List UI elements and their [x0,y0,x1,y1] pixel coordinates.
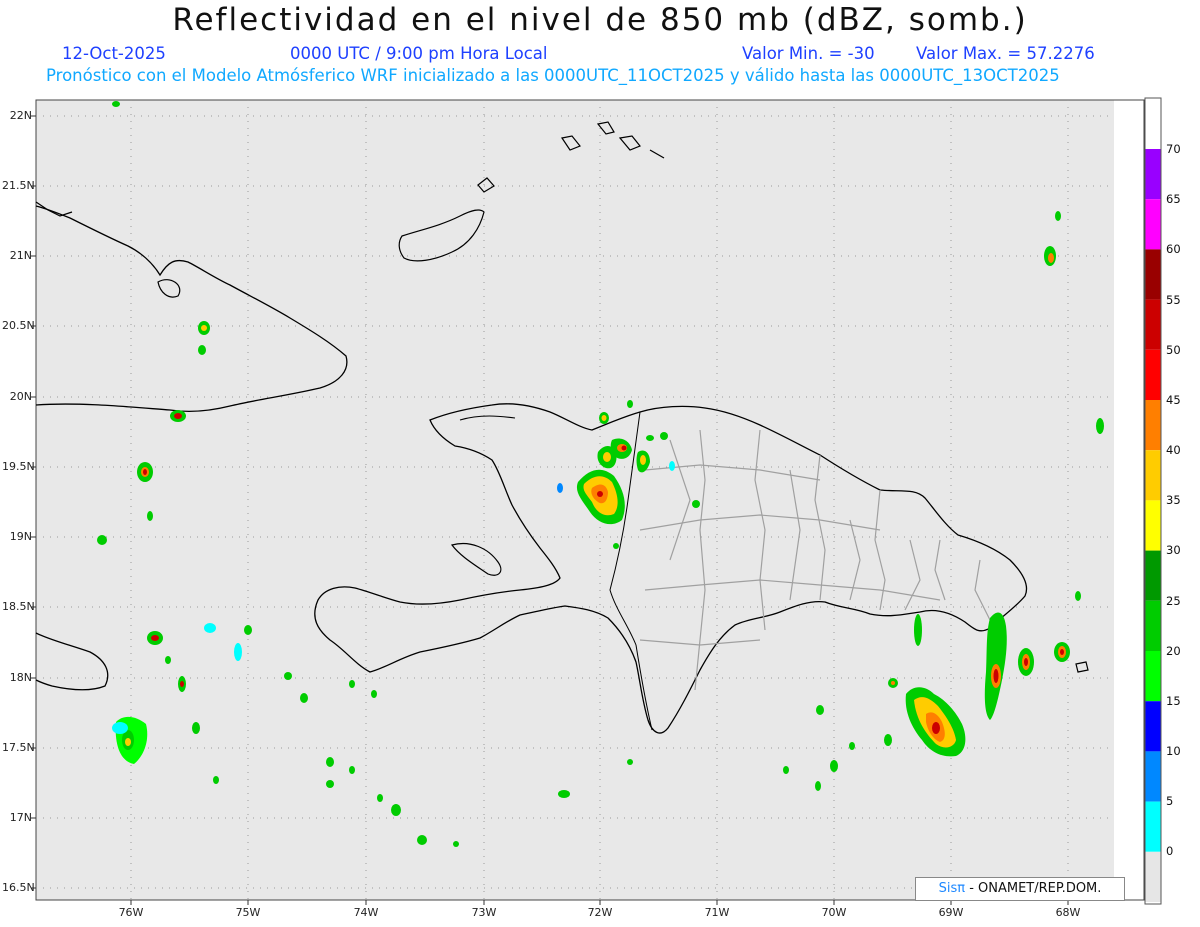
colorbar-swatch [1145,400,1161,451]
lat-label: 18N [9,671,32,684]
colorbar-label: 40 [1166,443,1181,457]
colorbar-label: 55 [1166,293,1181,307]
lon-label: 75W [235,906,261,919]
colorbar-label: 0 [1166,844,1174,858]
lat-label: 17.5N [2,741,35,754]
lon-label: 72W [587,906,613,919]
colorbar-swatch [1145,500,1161,551]
reflectivity-map [31,97,1162,905]
credit-box: Sisπ - ONAMET/REP.DOM. [915,877,1125,901]
lat-label: 19N [9,530,32,543]
colorbar-swatch [1145,149,1161,200]
lat-label: 22N [9,109,32,122]
colorbar-label: 5 [1166,794,1174,808]
colorbar-label: 60 [1166,242,1181,256]
colorbar-label: 10 [1166,744,1181,758]
sis-logo-text: Sisπ [938,881,966,896]
map-background [36,100,1114,900]
colorbar-swatch [1145,651,1161,702]
colorbar-swatch [1145,450,1161,501]
colorbar-swatch [1145,600,1161,651]
lat-label: 20N [9,390,32,403]
colorbar-swatch [1145,299,1161,350]
colorbar-label: 35 [1166,493,1181,507]
colorbar-swatch [1145,199,1161,250]
lat-label: 20.5N [2,319,35,332]
colorbar-swatch [1145,249,1161,300]
colorbar-swatch [1145,550,1161,601]
colorbar-swatch [1145,701,1161,752]
lat-label: 21N [9,249,32,262]
colorbar-label: 70 [1166,142,1181,156]
lat-label: 17N [9,811,32,824]
colorbar-swatch [1145,851,1161,902]
lat-label: 18.5N [2,600,35,613]
colorbar-label: 30 [1166,543,1181,557]
lat-label: 16.5N [2,881,35,894]
credit-org: - ONAMET/REP.DOM. [965,881,1102,896]
lon-label: 71W [704,906,730,919]
colorbar-swatch [1145,349,1161,400]
colorbar-label: 65 [1166,192,1181,206]
colorbar-label: 20 [1166,644,1181,658]
colorbar [1144,97,1162,905]
colorbar-swatch [1145,751,1161,802]
colorbar-label: 25 [1166,594,1181,608]
lon-label: 70W [821,906,847,919]
lon-label: 69W [938,906,964,919]
lat-label: 21.5N [2,179,35,192]
lon-label: 73W [471,906,497,919]
colorbar-label: 45 [1166,393,1181,407]
colorbar-swatch [1145,801,1161,852]
colorbar-label: 50 [1166,343,1181,357]
lon-label: 68W [1055,906,1081,919]
lat-label: 19.5N [2,460,35,473]
colorbar-label: 15 [1166,694,1181,708]
lon-label: 76W [118,906,144,919]
lon-label: 74W [353,906,379,919]
